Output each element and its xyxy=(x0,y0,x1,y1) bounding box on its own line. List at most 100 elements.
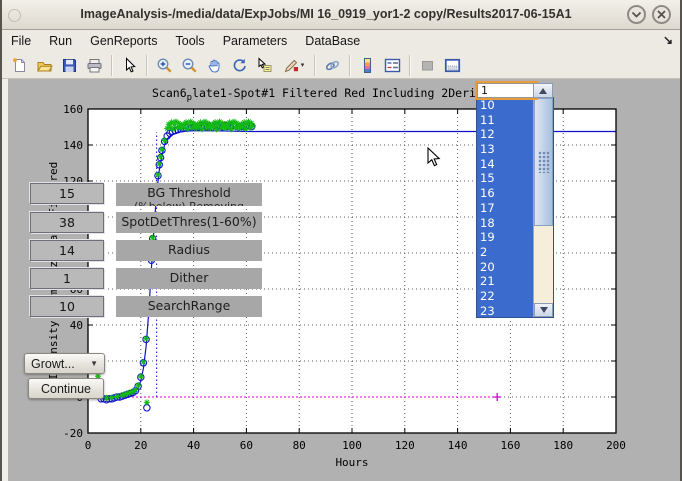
param-label-button[interactable]: BG Threshold(%below) Removing xyxy=(116,183,262,206)
spot-list-item[interactable]: 23 xyxy=(477,304,533,317)
spot-list-item[interactable]: 14 xyxy=(477,157,533,172)
menu-item-tools[interactable]: Tools xyxy=(167,31,214,51)
toolbar: ▾ xyxy=(2,52,680,79)
menu-item-database[interactable]: DataBase xyxy=(296,31,369,51)
rotate-3d-icon xyxy=(231,57,248,74)
spot-list-item[interactable]: 17 xyxy=(477,201,533,216)
param-label-button[interactable]: Dither xyxy=(116,268,262,289)
shade-button[interactable] xyxy=(627,5,646,24)
chevron-down-icon: ▾ xyxy=(301,61,305,69)
pan-hand-button[interactable] xyxy=(202,54,227,77)
toolbar-separator xyxy=(349,55,351,76)
spot-list-item[interactable]: 11 xyxy=(477,113,533,128)
new-document-button[interactable] xyxy=(7,54,32,77)
titlebar[interactable]: ImageAnalysis-/media/data/ExpJobs/MI 16_… xyxy=(0,0,682,30)
axes-window-button[interactable] xyxy=(440,54,465,77)
link-plots-button[interactable] xyxy=(320,54,345,77)
svg-text:160: 160 xyxy=(63,103,83,116)
close-button[interactable] xyxy=(652,5,671,24)
spot-list-item[interactable]: 15 xyxy=(477,171,533,186)
param-label-text: Radius xyxy=(116,242,262,257)
brush-button[interactable]: ▾ xyxy=(277,54,310,77)
svg-text:140: 140 xyxy=(63,139,83,152)
continue-button[interactable]: Continue xyxy=(28,378,104,399)
param-label-button[interactable]: Radius xyxy=(116,240,262,261)
toolbar-separator xyxy=(111,55,113,76)
legend-icon xyxy=(384,57,401,74)
data-cursor-icon xyxy=(256,57,273,74)
menu-item-run[interactable]: Run xyxy=(40,31,81,51)
data-cursor-button[interactable] xyxy=(252,54,277,77)
spot-list: 10111213141516171819220212223 xyxy=(477,98,533,317)
spot-number-input[interactable]: 1 xyxy=(477,83,536,98)
save-icon xyxy=(61,57,78,74)
spot-list-scrollbar[interactable] xyxy=(533,98,553,317)
zoom-out-button[interactable] xyxy=(177,54,202,77)
svg-text:140: 140 xyxy=(448,439,468,452)
menu-item-parameters[interactable]: Parameters xyxy=(214,31,297,51)
scrollbar-thumb[interactable] xyxy=(534,98,553,226)
param-input-searchrange[interactable] xyxy=(30,296,104,317)
subplot-disabled-icon xyxy=(419,57,436,74)
link-plots-icon xyxy=(324,57,341,74)
svg-text:40: 40 xyxy=(70,319,83,332)
open-folder-button[interactable] xyxy=(32,54,57,77)
param-label-text: SpotDetThres(1-60%) xyxy=(116,214,262,229)
toolbar-separator xyxy=(146,55,148,76)
pan-hand-icon xyxy=(206,57,223,74)
spot-list-item[interactable]: 13 xyxy=(477,142,533,157)
param-input-bg-threshold[interactable] xyxy=(30,183,104,204)
print-button[interactable] xyxy=(82,54,107,77)
save-button[interactable] xyxy=(57,54,82,77)
spot-list-popup: 10111213141516171819220212223 xyxy=(476,97,554,318)
zoom-in-icon xyxy=(156,57,173,74)
svg-text:40: 40 xyxy=(187,439,200,452)
open-folder-icon xyxy=(36,57,53,74)
menu-item-genreports[interactable]: GenReports xyxy=(81,31,166,51)
spot-list-item[interactable]: 21 xyxy=(477,274,533,289)
svg-text:100: 100 xyxy=(342,439,362,452)
spot-list-item[interactable]: 22 xyxy=(477,289,533,304)
svg-text:180: 180 xyxy=(553,439,573,452)
scrollbar-grip xyxy=(538,151,550,173)
menu-item-file[interactable]: File xyxy=(2,31,40,51)
zoom-in-button[interactable] xyxy=(152,54,177,77)
param-input-spotdetthres-1-60-[interactable] xyxy=(30,212,104,233)
spot-list-item[interactable]: 18 xyxy=(477,216,533,231)
window-title: ImageAnalysis-/media/data/ExpJobs/MI 16_… xyxy=(40,0,612,29)
window-inner-strip xyxy=(2,79,8,481)
legend-button[interactable] xyxy=(380,54,405,77)
toolbar-separator xyxy=(314,55,316,76)
spot-list-item[interactable]: 2 xyxy=(477,245,533,260)
triangle-up-icon xyxy=(539,88,547,94)
spot-list-item[interactable]: 16 xyxy=(477,186,533,201)
app-window: ImageAnalysis-/media/data/ExpJobs/MI 16_… xyxy=(0,0,682,481)
window-menu-icon[interactable] xyxy=(8,9,21,22)
param-label-button[interactable]: SearchRange xyxy=(116,296,262,317)
spot-list-item[interactable]: 12 xyxy=(477,127,533,142)
svg-text:20: 20 xyxy=(134,439,147,452)
cursor-arrow-icon xyxy=(121,57,138,74)
param-label-text: BG Threshold xyxy=(116,185,262,200)
figure-area: 020406080100120140160180200-200204060801… xyxy=(0,79,682,481)
menubar: FileRunGenReportsToolsParametersDataBase… xyxy=(2,29,680,52)
scroll-up-button[interactable] xyxy=(533,83,553,98)
svg-text:200: 200 xyxy=(606,439,626,452)
param-input-dither[interactable] xyxy=(30,268,104,289)
close-icon xyxy=(657,10,666,19)
growth-dropdown-button[interactable]: Growt... ▼ xyxy=(24,353,105,374)
rotate-3d-button[interactable] xyxy=(227,54,252,77)
param-label-subtext: (%below) Removing xyxy=(116,200,262,206)
colorbar-button[interactable] xyxy=(355,54,380,77)
svg-text:120: 120 xyxy=(395,439,415,452)
scroll-down-button[interactable] xyxy=(534,303,553,317)
spot-list-item[interactable]: 19 xyxy=(477,230,533,245)
triangle-down-icon xyxy=(540,307,548,313)
chevron-down-icon xyxy=(631,11,642,19)
window-border-left xyxy=(0,0,2,481)
cursor-arrow-button[interactable] xyxy=(117,54,142,77)
param-input-radius[interactable] xyxy=(30,240,104,261)
param-label-button[interactable]: SpotDetThres(1-60%) xyxy=(116,212,262,233)
spot-list-item[interactable]: 10 xyxy=(477,98,533,113)
spot-list-item[interactable]: 20 xyxy=(477,260,533,275)
